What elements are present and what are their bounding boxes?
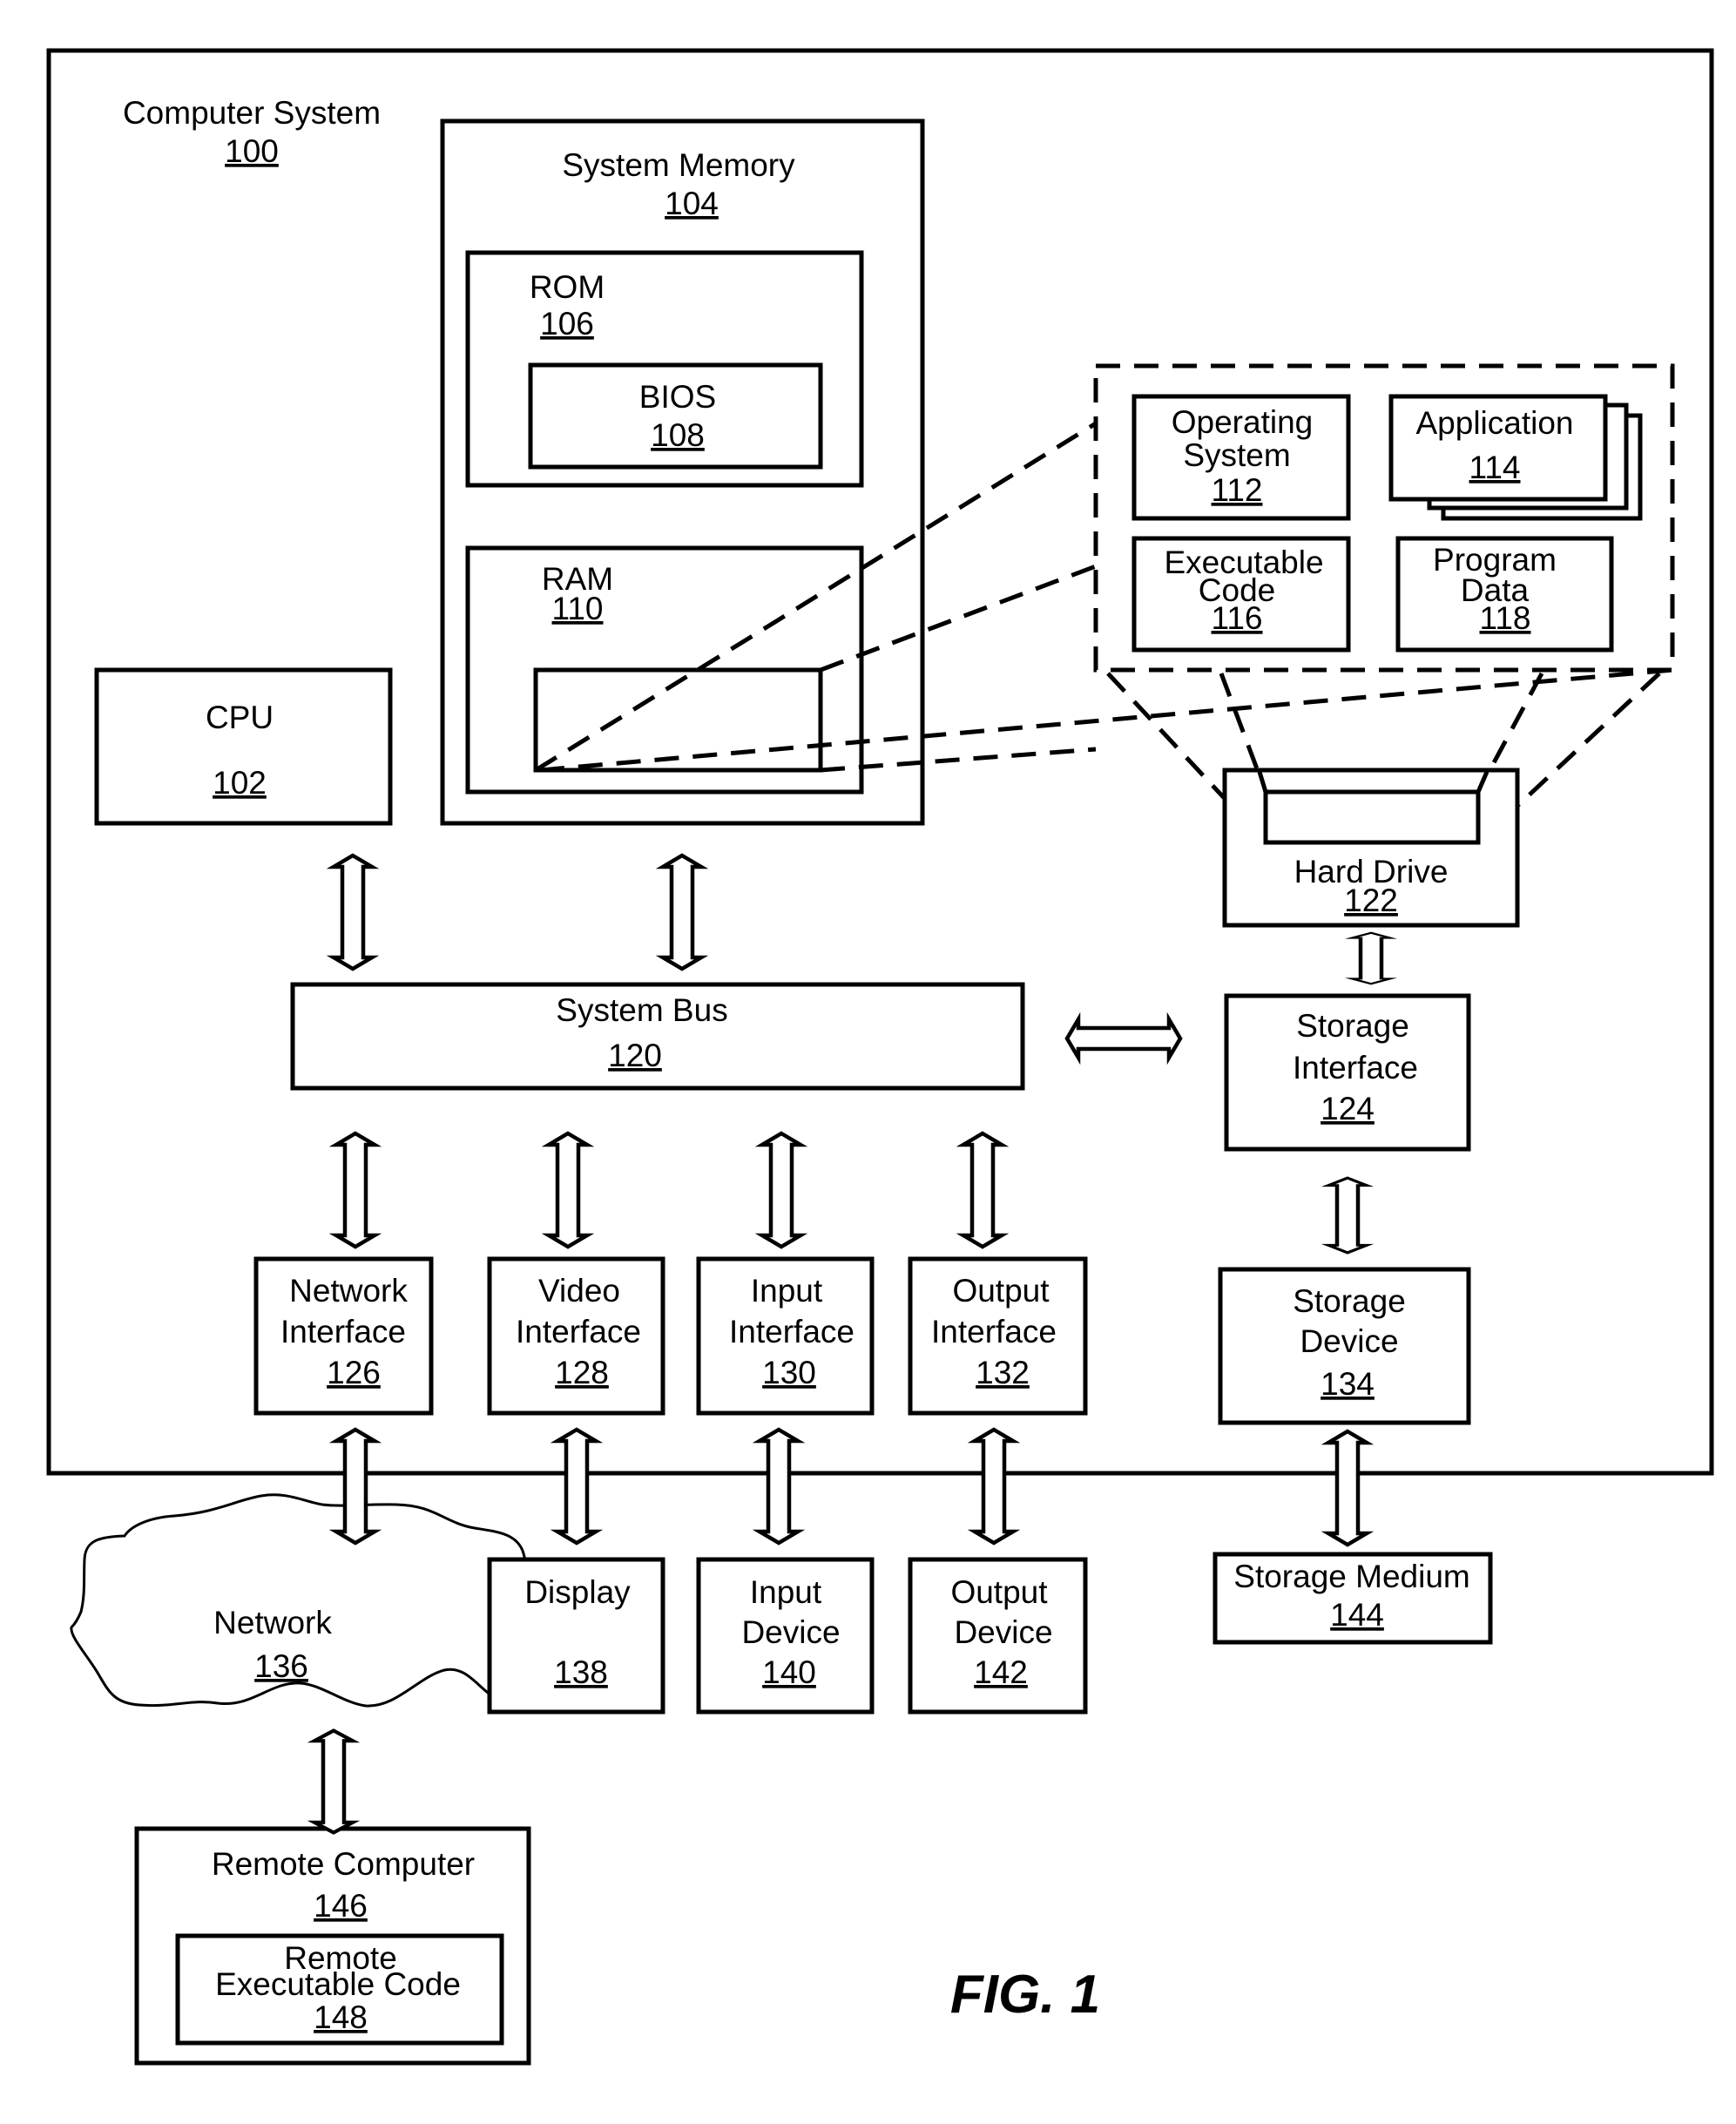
video-interface-line1: Video [538,1273,620,1309]
program-data-box: Program Data 118 [1395,536,1614,653]
input-interface-device-arrow [760,1430,798,1543]
input-interface-line1: Input [751,1273,823,1309]
cpu-ref: 102 [213,765,267,801]
storage-medium-ref: 144 [1330,1597,1384,1633]
system-bus-label: System Bus [556,992,727,1028]
video-interface-ref: 128 [555,1355,609,1390]
executable-code-ref: 116 [1212,600,1263,636]
harddrive-storage-interface-arrow [1352,933,1390,984]
system-memory-label: System Memory [562,147,795,183]
bus-video-interface-arrow [549,1133,587,1247]
operating-system-box: Operating System 112 [1131,394,1351,521]
input-interface-box: Input Interface 130 [696,1256,875,1416]
cpu-label: CPU [206,700,274,735]
hard-drive-ref: 122 [1344,883,1398,918]
input-device-ref: 140 [762,1654,816,1690]
remote-executable-code-box: Remote Executable Code 148 [175,1933,504,2046]
bios-box: BIOS 108 [528,362,823,470]
storage-device-line2: Device [1300,1323,1398,1359]
program-data-ref: 118 [1480,600,1531,636]
output-device-ref: 142 [974,1654,1028,1690]
display-ref: 138 [554,1654,608,1690]
video-interface-box: Video Interface 128 [487,1256,665,1416]
bios-label: BIOS [639,379,716,415]
bios-ref: 108 [651,417,705,453]
network-cloud: Network 136 [70,1493,530,1708]
network-interface-network-arrow [336,1430,375,1543]
rom-label: ROM [530,269,605,305]
output-interface-line2: Interface [931,1314,1057,1349]
cpu-box: CPU 102 [94,667,393,826]
display-label: Display [524,1574,631,1610]
network-interface-box: Network Interface 126 [253,1256,434,1416]
bus-storage-arrow [1067,1019,1180,1058]
bus-network-interface-arrow [336,1133,375,1247]
memory-bus-arrow [663,856,701,969]
output-device-box: Output Device 142 [908,1557,1088,1715]
system-bus-ref: 120 [608,1038,662,1073]
operating-system-line2: System [1183,437,1290,473]
input-interface-ref: 130 [762,1355,816,1390]
remote-executable-code-ref: 148 [314,1999,368,2035]
block-diagram: Computer System 100 System Memory 104 RO… [46,48,1714,2066]
network-ref: 136 [254,1648,308,1684]
input-device-box: Input Device 140 [696,1557,875,1715]
system-memory-ref: 104 [665,186,719,221]
application-label: Application [1415,405,1573,441]
network-interface-line1: Network [289,1273,408,1309]
operating-system-ref: 112 [1212,472,1263,508]
remote-executable-code-line2: Executable Code [215,1966,461,2002]
bus-output-interface-arrow [963,1133,1002,1247]
output-interface-box: Output Interface 132 [908,1256,1088,1416]
ram-box: RAM 110 [465,545,864,795]
system-bus-box: System Bus 120 [290,982,1025,1091]
storage-interface-ref: 124 [1321,1091,1375,1126]
network-interface-ref: 126 [327,1355,381,1390]
storage-medium-box: Storage Medium 144 [1212,1552,1493,1645]
network-label: Network [213,1605,332,1640]
storage-medium-label: Storage Medium [1233,1559,1469,1594]
storage-device-ref: 134 [1321,1366,1375,1402]
output-interface-ref: 132 [976,1355,1030,1390]
executable-code-box: Executable Code 116 [1131,536,1351,653]
output-device-line2: Device [954,1614,1052,1650]
rom-ref: 106 [540,306,594,342]
storage-device-line1: Storage [1293,1283,1406,1319]
output-device-line1: Output [950,1574,1048,1610]
video-interface-line2: Interface [516,1314,641,1349]
remote-computer-ref: 146 [314,1888,368,1924]
remote-computer-label: Remote Computer [212,1846,475,1882]
application-stack: Application 114 [1388,394,1643,521]
network-interface-line2: Interface [280,1314,406,1349]
storage-interface-box: Storage Interface 124 [1224,993,1471,1152]
storage-interface-line2: Interface [1293,1050,1418,1086]
application-ref: 114 [1469,450,1521,485]
ram-loaded-region [533,667,823,773]
ram-ref: 110 [552,591,604,626]
storage-device-box: Storage Device 134 [1218,1267,1471,1425]
video-interface-display-arrow [557,1430,596,1543]
bus-input-interface-arrow [762,1133,800,1247]
output-interface-device-arrow [975,1430,1013,1543]
computer-system-label: Computer System [123,95,381,131]
input-interface-line2: Interface [729,1314,854,1349]
cpu-bus-arrow [334,856,372,969]
operating-system-line1: Operating [1172,404,1314,440]
hard-drive-box: Hard Drive 122 [1222,768,1520,928]
figure-label: FIG. 1 [950,1965,1100,2025]
storage-interface-device-arrow [1328,1178,1367,1253]
output-interface-line1: Output [952,1273,1050,1309]
display-box: Display 138 [487,1557,665,1715]
input-device-line2: Device [741,1614,840,1650]
storage-device-medium-arrow [1328,1431,1367,1545]
network-remote-arrow [314,1731,353,1833]
computer-system-ref: 100 [225,133,279,169]
storage-interface-line1: Storage [1296,1008,1409,1044]
input-device-line1: Input [750,1574,822,1610]
